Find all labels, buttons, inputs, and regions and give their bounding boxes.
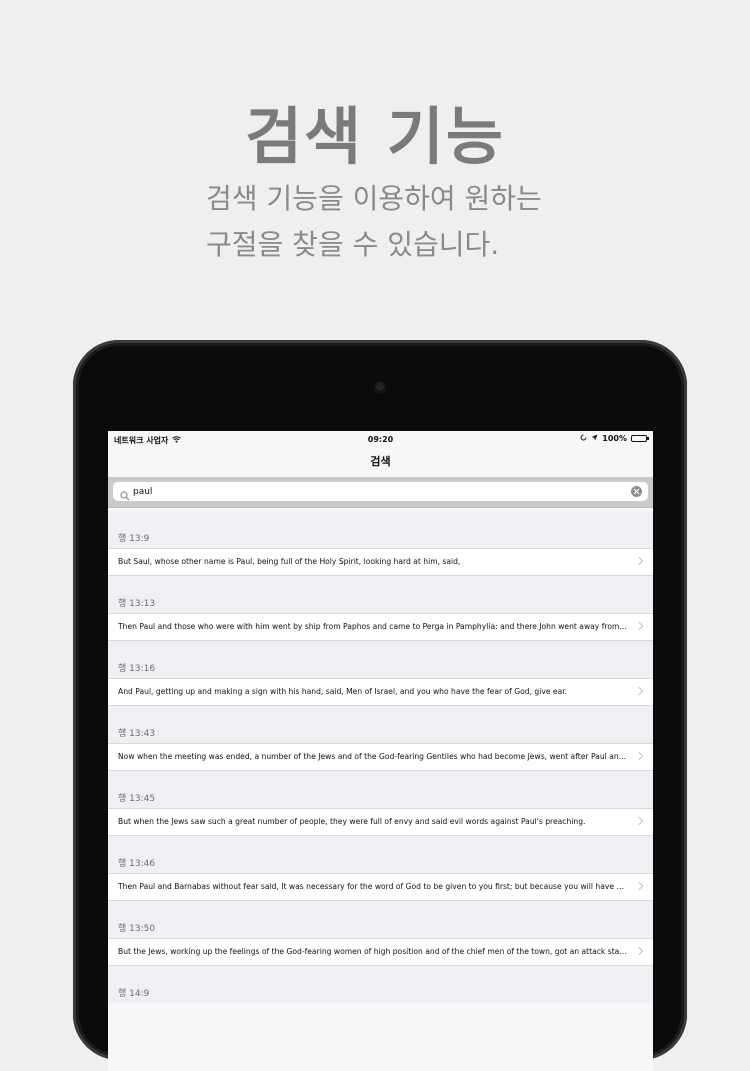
promo-subline: 검색 기능을 이용하여 원하는 구절을 찾을 수 있습니다. bbox=[206, 176, 726, 268]
chevron-right-icon bbox=[634, 556, 644, 566]
search-icon bbox=[120, 486, 130, 505]
promo-subline-line-2: 구절을 찾을 수 있습니다. bbox=[206, 228, 500, 261]
ipad-device: 네트워크 사업자 09:20 100% 검색 paul 행 13:9 But S… bbox=[73, 340, 687, 1071]
results-list: 행 13:9 But Saul, whose other name is Pau… bbox=[108, 511, 653, 1003]
chevron-right-icon bbox=[634, 816, 644, 826]
result-row[interactable]: And Paul, getting up and making a sign w… bbox=[108, 678, 653, 706]
result-row[interactable]: But Saul, whose other name is Paul, bein… bbox=[108, 548, 653, 576]
section-header: 행 13:13 bbox=[108, 576, 653, 613]
rotation-lock-icon bbox=[580, 434, 587, 443]
location-icon bbox=[591, 434, 598, 443]
result-text: Then Paul and Barnabas without fear said… bbox=[118, 882, 628, 891]
result-text: Then Paul and those who were with him we… bbox=[118, 622, 628, 631]
app-screen: 네트워크 사업자 09:20 100% 검색 paul 행 13:9 But S… bbox=[108, 431, 653, 1071]
result-text: And Paul, getting up and making a sign w… bbox=[118, 687, 568, 696]
result-row[interactable]: Then Paul and Barnabas without fear said… bbox=[108, 873, 653, 901]
result-row[interactable]: But when the Jews saw such a great numbe… bbox=[108, 808, 653, 836]
search-field[interactable] bbox=[113, 482, 648, 501]
chevron-right-icon bbox=[634, 881, 644, 891]
chevron-right-icon bbox=[634, 946, 644, 956]
promo-headline: 검색 기능 bbox=[245, 100, 505, 173]
section-header: 행 14:9 bbox=[108, 966, 653, 1003]
chevron-right-icon bbox=[634, 686, 644, 696]
result-text: Now when the meeting was ended, a number… bbox=[118, 752, 628, 761]
search-input[interactable] bbox=[133, 482, 613, 501]
section-header: 행 13:16 bbox=[108, 641, 653, 678]
section-header: 행 13:9 bbox=[108, 511, 653, 548]
search-bar bbox=[108, 477, 653, 508]
battery-icon bbox=[631, 435, 649, 442]
chevron-right-icon bbox=[634, 621, 644, 631]
result-row[interactable]: Then Paul and those who were with him we… bbox=[108, 613, 653, 641]
status-bar: 네트워크 사업자 09:20 100% bbox=[108, 431, 653, 449]
status-time: 09:20 bbox=[367, 435, 394, 444]
clear-search-icon[interactable] bbox=[631, 486, 642, 497]
result-row[interactable]: But the Jews, working up the feelings of… bbox=[108, 938, 653, 966]
chevron-right-icon bbox=[634, 751, 644, 761]
nav-title: 검색 bbox=[370, 455, 391, 468]
section-header: 행 13:43 bbox=[108, 706, 653, 743]
result-text: But when the Jews saw such a great numbe… bbox=[118, 817, 586, 826]
result-text: But Saul, whose other name is Paul, bein… bbox=[118, 557, 461, 566]
section-header: 행 13:45 bbox=[108, 771, 653, 808]
result-text: But the Jews, working up the feelings of… bbox=[118, 947, 628, 956]
section-header: 행 13:46 bbox=[108, 836, 653, 873]
battery-percent: 100% bbox=[602, 434, 627, 443]
front-camera bbox=[374, 381, 386, 393]
section-header: 행 13:50 bbox=[108, 901, 653, 938]
promo-subline-line-1: 검색 기능을 이용하여 원하는 bbox=[206, 182, 542, 215]
result-row[interactable]: Now when the meeting was ended, a number… bbox=[108, 743, 653, 771]
